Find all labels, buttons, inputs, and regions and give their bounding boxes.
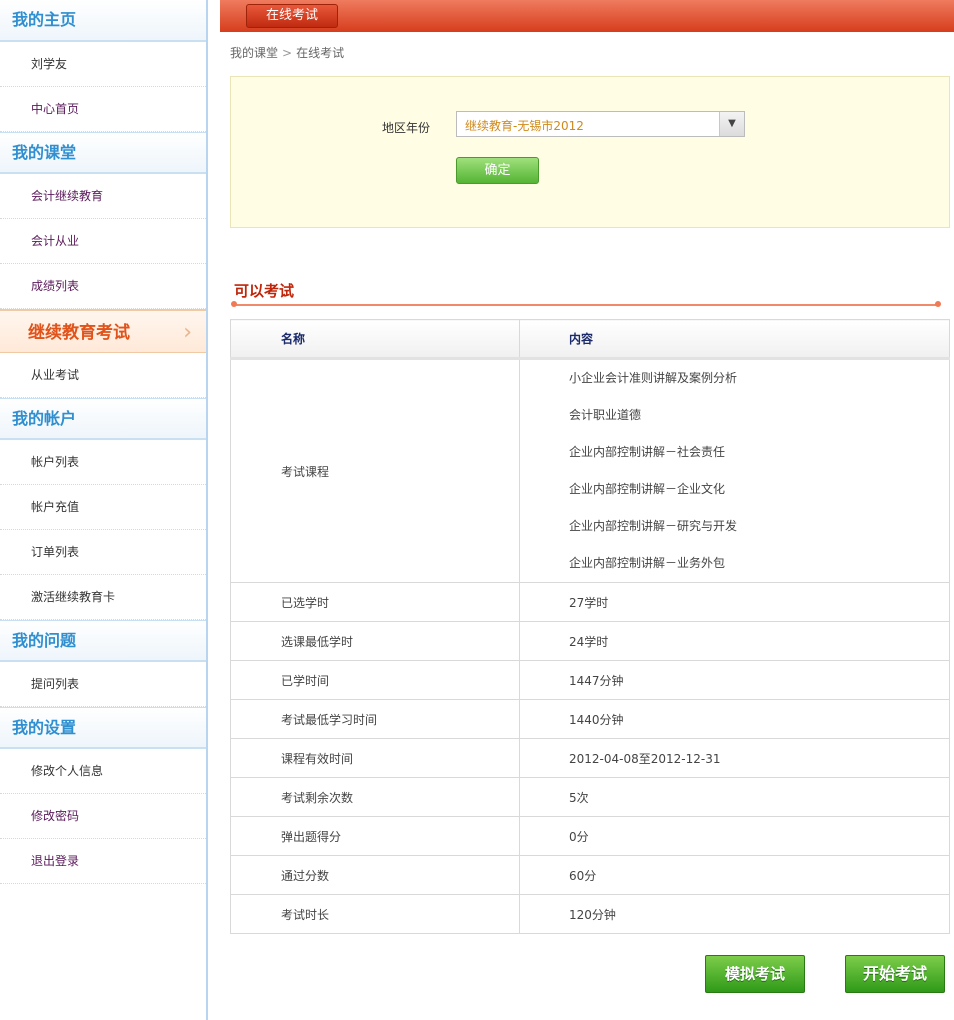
sidebar-item-logout[interactable]: 退出登录 [0,839,206,884]
sidebar-item-user-name[interactable]: 刘学友 [0,42,206,87]
divider-dot-left [231,301,237,307]
sidebar-item-change-password[interactable]: 修改密码 [0,794,206,839]
sidebar-item-accounting-practice[interactable]: 会计从业 [0,219,206,264]
row-value: 5次 [519,777,950,817]
table-row: 已选学时 27学时 [230,582,950,622]
sidebar-item-center-home[interactable]: 中心首页 [0,87,206,132]
course-item: 企业内部控制讲解－研究与开发 [569,519,738,533]
course-list: 小企业会计准则讲解及案例分析 会计职业道德 企业内部控制讲解－社会责任 企业内部… [519,358,950,583]
row-name: 考试最低学习时间 [230,699,520,739]
row-value: 120分钟 [519,894,950,934]
table-row: 考试时长 120分钟 [230,894,950,934]
sidebar-item-account-list[interactable]: 帐户列表 [0,440,206,485]
table-header-row: 名称 内容 [230,319,950,360]
sidebar-item-order-list[interactable]: 订单列表 [0,530,206,575]
course-item: 企业内部控制讲解－社会责任 [569,445,726,459]
courses-label: 考试课程 [230,358,520,583]
section-title: 可以考试 [234,282,295,300]
course-item: 小企业会计准则讲解及案例分析 [569,371,738,385]
breadcrumb-separator: > [282,46,293,60]
table-row: 课程有效时间 2012-04-08至2012-12-31 [230,738,950,778]
confirm-button[interactable]: 确定 [456,157,539,184]
breadcrumb-current: 在线考试 [296,46,345,60]
sidebar: 我的主页 刘学友 中心首页 我的课堂 会计继续教育 会计从业 成绩列表 继续教育… [0,0,208,1020]
column-header-name: 名称 [230,319,520,360]
table-row: 考试最低学习时间 1440分钟 [230,699,950,739]
breadcrumb-parent[interactable]: 我的课堂 [230,46,278,60]
sidebar-item-accounting-continuing-education[interactable]: 会计继续教育 [0,174,206,219]
row-value: 24学时 [519,621,950,661]
start-exam-button[interactable]: 开始考试 [845,955,945,993]
sidebar-section-home: 我的主页 [0,0,206,42]
column-header-content: 内容 [519,319,950,360]
breadcrumb: 我的课堂 > 在线考试 [230,44,344,61]
sidebar-item-question-list[interactable]: 提问列表 [0,662,206,707]
row-name: 已选学时 [230,582,520,622]
table-row: 通过分数 60分 [230,855,950,895]
tab-online-exam[interactable]: 在线考试 [246,4,338,28]
divider-dot-right [935,301,941,307]
sidebar-item-active-label: 继续教育考试 [28,323,130,343]
region-year-select[interactable]: 继续教育-无锡市2012 ▼ [456,111,745,137]
sidebar-item-continuing-education-exam[interactable]: 继续教育考试 › [0,309,206,353]
row-value: 27学时 [519,582,950,622]
sidebar-item-practice-exam[interactable]: 从业考试 [0,353,206,398]
region-year-label: 地区年份 [382,121,431,135]
dropdown-arrow-icon[interactable]: ▼ [719,112,744,136]
table-row: 弹出题得分 0分 [230,816,950,856]
mock-exam-button[interactable]: 模拟考试 [705,955,805,993]
row-name: 选课最低学时 [230,621,520,661]
section-divider [232,304,938,306]
sidebar-item-score-list[interactable]: 成绩列表 [0,264,206,309]
row-value: 0分 [519,816,950,856]
row-value: 60分 [519,855,950,895]
sidebar-section-settings: 我的设置 [0,707,206,749]
row-name: 已学时间 [230,660,520,700]
sidebar-item-edit-profile[interactable]: 修改个人信息 [0,749,206,794]
sidebar-item-activate-card[interactable]: 激活继续教育卡 [0,575,206,620]
main-content: 在线考试 我的课堂 > 在线考试 地区年份 继续教育-无锡市2012 ▼ 确定 可以… [220,0,954,1020]
table-row: 已学时间 1447分钟 [230,660,950,700]
course-item: 企业内部控制讲解－业务外包 [569,556,726,570]
row-name: 考试时长 [230,894,520,934]
row-name: 考试剩余次数 [230,777,520,817]
table-row: 选课最低学时 24学时 [230,621,950,661]
row-value: 2012-04-08至2012-12-31 [519,738,950,778]
region-year-value: 继续教育-无锡市2012 [465,119,584,133]
course-item: 会计职业道德 [569,408,642,422]
row-name: 通过分数 [230,855,520,895]
sidebar-section-account: 我的帐户 [0,398,206,440]
course-item: 企业内部控制讲解－企业文化 [569,482,726,496]
table-row: 考试剩余次数 5次 [230,777,950,817]
row-value: 1447分钟 [519,660,950,700]
filter-panel: 地区年份 继续教育-无锡市2012 ▼ 确定 [230,76,950,228]
exam-info-table: 名称 内容 考试课程 小企业会计准则讲解及案例分析 会计职业道德 企业内部控制讲… [230,319,950,934]
row-value: 1440分钟 [519,699,950,739]
sidebar-item-account-recharge[interactable]: 帐户充值 [0,485,206,530]
row-name: 弹出题得分 [230,816,520,856]
sidebar-section-classroom: 我的课堂 [0,132,206,174]
table-row-courses: 考试课程 小企业会计准则讲解及案例分析 会计职业道德 企业内部控制讲解－社会责任… [230,358,950,583]
chevron-right-icon: › [183,320,192,345]
row-name: 课程有效时间 [230,738,520,778]
sidebar-section-questions: 我的问题 [0,620,206,662]
top-bar: 在线考试 [220,0,954,32]
